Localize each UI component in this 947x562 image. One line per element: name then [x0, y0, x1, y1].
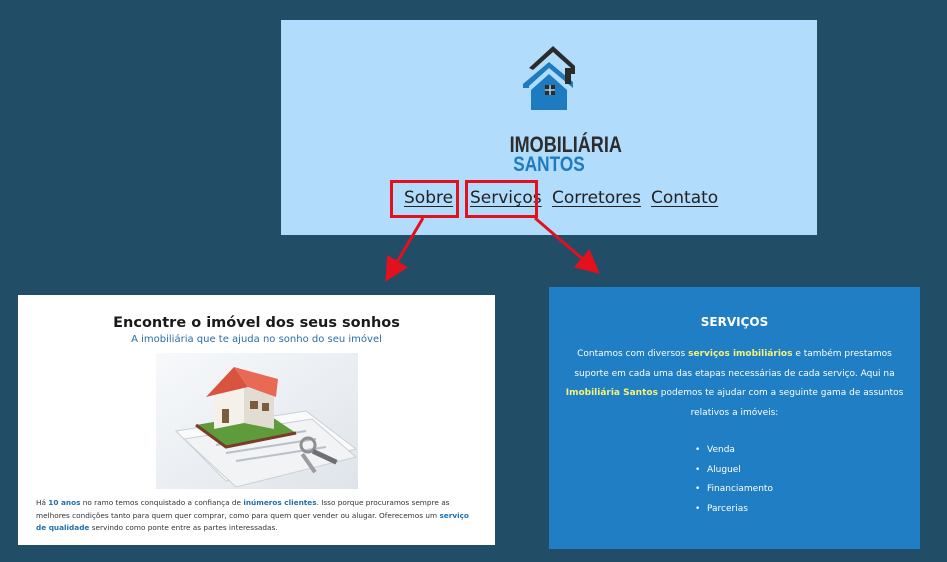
servicos-paragraph: Contamos com diversos serviços imobiliár… [565, 345, 904, 423]
site-header: IMOBILIÁRIA SANTOS Sobre Serviços Corret… [281, 20, 817, 235]
list-item: Aluguel [695, 461, 773, 481]
servicos-list: Venda Aluguel Financiamento Parcerias [695, 441, 773, 519]
house-logo-icon [523, 46, 575, 110]
nav-link-contato[interactable]: Contato [651, 188, 718, 208]
highlight-box-sobre [390, 180, 459, 218]
house-with-keys-image [156, 353, 358, 489]
sobre-highlight-anos: 10 anos [48, 498, 81, 507]
highlight-box-servicos [465, 180, 538, 218]
sobre-paragraph: Há 10 anos no ramo temos conquistado a c… [36, 497, 478, 535]
logo-text-santos: SANTOS [513, 153, 585, 176]
sobre-section: Encontre o imóvel dos seus sonhos A imob… [18, 295, 495, 545]
nav-link-corretores[interactable]: Corretores [552, 188, 641, 208]
servicos-highlight-santos: Imobiliária Santos [565, 388, 658, 398]
site-logo[interactable]: IMOBILIÁRIA SANTOS [501, 40, 622, 176]
servicos-title: SERVIÇOS [700, 315, 769, 329]
servicos-section: SERVIÇOS Contamos com diversos serviços … [549, 287, 920, 549]
sobre-text-part: no ramo temos conquistado a confiança de [80, 498, 244, 507]
main-nav: Sobre Serviços Corretores Contato [281, 184, 817, 220]
sobre-text-part: servindo como ponte entre as partes inte… [89, 523, 278, 532]
servicos-text-part: Contamos com diversos [577, 349, 689, 359]
servicos-highlight-imobiliarios: serviços imobiliários [688, 349, 793, 359]
list-item: Parcerias [695, 500, 773, 520]
servicos-text-part: podemos te ajudar com a seguinte gama de… [657, 388, 904, 418]
list-item: Venda [695, 441, 773, 461]
list-item: Financiamento [695, 480, 773, 500]
sobre-text-part: Há [36, 498, 49, 507]
sobre-subtitle: A imobiliária que te ajuda no sonho do s… [131, 334, 382, 345]
sobre-highlight-clientes: inúmeros clientes [243, 498, 317, 507]
sobre-title: Encontre o imóvel dos seus sonhos [113, 315, 400, 331]
